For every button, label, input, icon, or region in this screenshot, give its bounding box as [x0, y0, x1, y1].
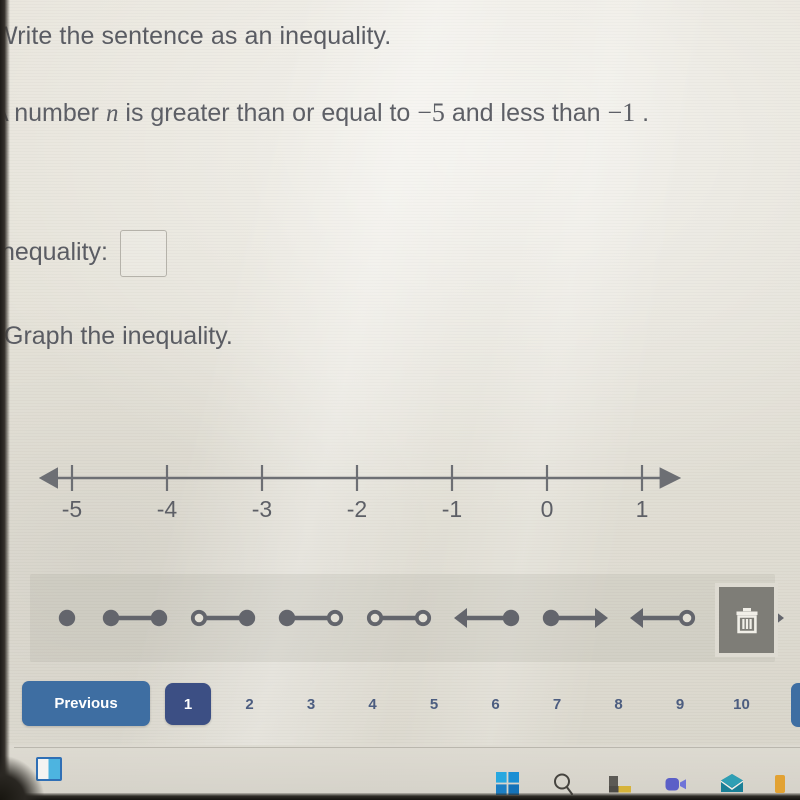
video-call-glyph [665, 778, 686, 791]
page-button-5[interactable]: 5 [411, 683, 457, 725]
number-line-svg[interactable]: -5 -4 -3 -2 -1 0 1 [30, 450, 690, 530]
taskbar [495, 770, 800, 798]
sentence-number-1: −5 [417, 98, 445, 127]
app-icon-orange-glyph [775, 775, 785, 793]
page-button-2[interactable]: 2 [227, 683, 273, 725]
open-closed-segment-tool-glyph [190, 609, 256, 627]
page-button-9[interactable]: 9 [657, 683, 703, 725]
closed-point-tool[interactable] [54, 592, 80, 644]
page-button-1[interactable]: 1 [165, 683, 211, 725]
left-ray-closed-tool[interactable] [454, 592, 520, 644]
closed-open-segment-tool-glyph [278, 609, 344, 627]
mail-icon[interactable] [719, 771, 745, 797]
inequality-input[interactable] [119, 230, 167, 277]
number-line-tick-label: -1 [442, 496, 462, 522]
number-line-tick-label: -4 [157, 496, 178, 522]
strip-divider [14, 747, 800, 748]
left-ray-closed-tool-glyph [454, 608, 520, 628]
left-ray-open-tool[interactable] [630, 592, 696, 644]
page-button-4[interactable]: 4 [350, 683, 396, 725]
search-icon[interactable] [551, 771, 577, 797]
number-line-graph[interactable]: -5 -4 -3 -2 -1 0 1 [30, 450, 690, 530]
app-icon-orange[interactable] [775, 771, 800, 797]
number-line-tick-label: -2 [347, 496, 367, 522]
page-button-6[interactable]: 6 [473, 683, 519, 725]
closed-closed-segment-tool[interactable] [102, 592, 168, 644]
number-line-tick-labels: -5 -4 -3 -2 -1 0 1 [62, 496, 649, 522]
open-closed-segment-tool[interactable] [190, 592, 256, 644]
closed-closed-segment-tool-glyph [102, 609, 168, 627]
open-open-segment-tool[interactable] [366, 592, 432, 644]
inequality-label: Inequality: [0, 238, 108, 266]
graph-tool-row [54, 592, 784, 644]
windows-start-glyph [496, 772, 519, 795]
page-button-8[interactable]: 8 [596, 683, 642, 725]
open-open-segment-tool-glyph [366, 609, 432, 627]
right-ray-closed-tool[interactable] [542, 592, 608, 644]
sentence-number-2: −1 [607, 98, 636, 127]
page-button-10[interactable]: 10 [719, 683, 765, 725]
windows-start-icon[interactable] [495, 771, 521, 797]
pagination-bar: Previous 1 2 3 4 5 6 7 8 9 10 [0, 675, 800, 737]
file-explorer-glyph [609, 776, 631, 793]
number-line-tick-label: 1 [636, 496, 649, 522]
sentence-part-4: . [635, 99, 650, 127]
search-glyph [554, 773, 573, 795]
inequality-answer-row: Inequality: [0, 228, 167, 277]
file-explorer-icon[interactable] [607, 771, 633, 797]
graph-instruction: Graph the inequality. [4, 322, 233, 350]
question-prompt: Write the sentence as an inequality. [0, 22, 392, 50]
closed-open-segment-tool[interactable] [278, 592, 344, 644]
number-line-tick-label: -3 [252, 496, 272, 522]
sentence-part-2: is greater than or equal to [118, 99, 418, 127]
sentence-part-3: and less than [444, 99, 608, 127]
page-button-7[interactable]: 7 [534, 683, 580, 725]
question-sentence: A number n is greater than or equal to −… [0, 98, 649, 128]
trash-icon [736, 608, 757, 634]
next-page-button-edge[interactable] [791, 683, 800, 727]
browser-tab-icon[interactable] [36, 757, 62, 781]
delete-graph-button[interactable] [715, 583, 778, 657]
sentence-variable: n [105, 100, 119, 127]
mail-glyph [721, 774, 743, 792]
previous-page-button[interactable]: Previous [22, 681, 150, 726]
left-ray-open-tool-glyph [630, 608, 696, 628]
sentence-part-1: A number [0, 99, 106, 127]
number-line-tick-label: -5 [62, 496, 82, 522]
number-line-tick-label: 0 [541, 496, 554, 522]
video-call-icon[interactable] [663, 771, 689, 797]
closed-point-tool-glyph [58, 609, 76, 627]
page-button-3[interactable]: 3 [288, 683, 334, 725]
right-ray-closed-tool-glyph [542, 608, 608, 628]
